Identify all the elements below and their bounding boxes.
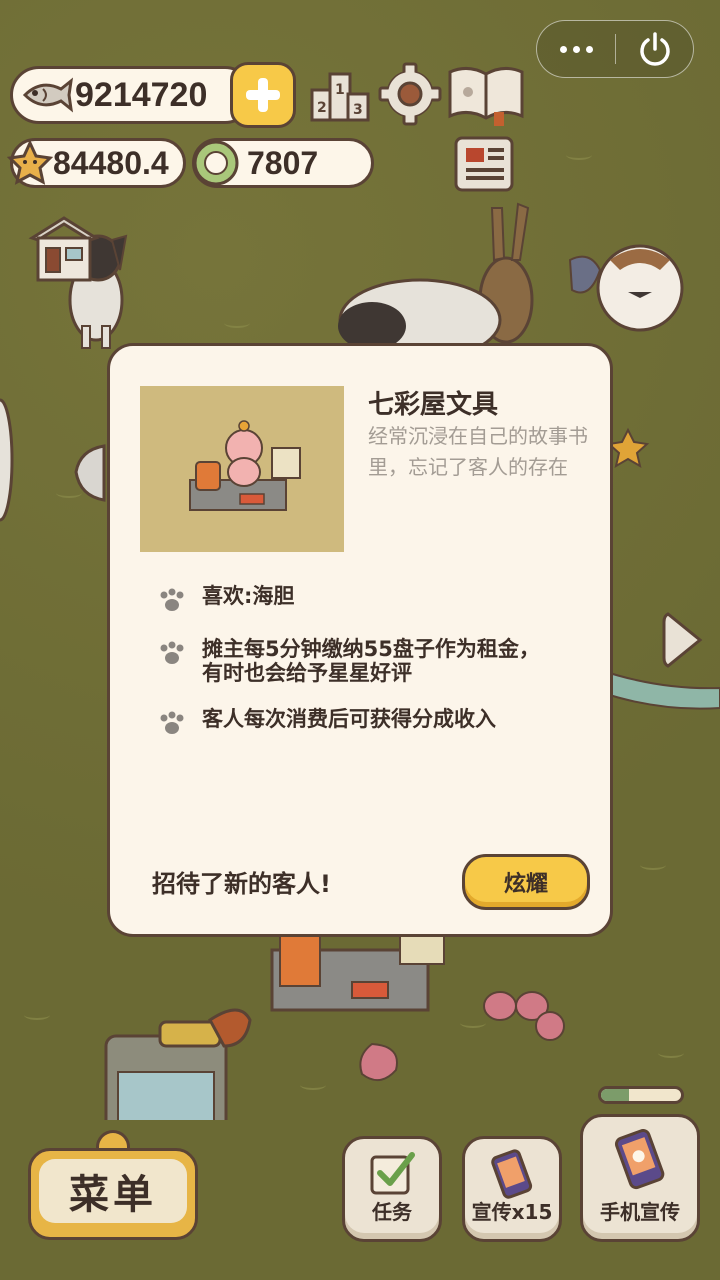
- task-label: 任务: [372, 1200, 412, 1224]
- show-off-button[interactable]: 炫耀: [462, 854, 590, 910]
- trait-text: 客人每次消费后可获得分成收入: [202, 707, 496, 731]
- chevron-right-icon[interactable]: [660, 608, 708, 676]
- trait-text: 摊主每5分钟缴纳55盘子作为租金， 有时也会给予星星好评: [202, 637, 540, 685]
- vendor-name: 七彩屋文具: [368, 390, 499, 420]
- mini-program-capsule: [536, 20, 694, 78]
- grass-decoration: [566, 150, 592, 160]
- star-currency: 84480.4: [7, 138, 186, 188]
- coin-icon: [191, 138, 241, 188]
- fish-count: 9214720: [75, 75, 208, 114]
- trait-item: 摊主每5分钟缴纳55盘子作为租金， 有时也会给予星星好评: [158, 637, 598, 685]
- paw-icon: [158, 640, 188, 670]
- star-count: 84480.4: [53, 144, 169, 181]
- coin-currency: 7807: [192, 138, 374, 188]
- task-button[interactable]: 任务: [342, 1136, 442, 1242]
- paw-icon: [158, 710, 188, 740]
- phone-icon: [486, 1149, 538, 1203]
- more-icon[interactable]: [537, 21, 615, 77]
- promote-button[interactable]: 宣传x15: [462, 1136, 562, 1242]
- power-icon[interactable]: [616, 21, 693, 77]
- podium-icon[interactable]: 2 1 3: [308, 64, 372, 128]
- trait-item: 客人每次消费后可获得分成收入: [158, 707, 598, 740]
- phone-promote-label: 手机宣传: [600, 1200, 680, 1224]
- newspaper-icon[interactable]: [452, 134, 518, 200]
- menu-button[interactable]: 菜单: [28, 1148, 198, 1240]
- vendor-illustration: [140, 386, 344, 552]
- book-icon[interactable]: [446, 62, 526, 130]
- svg-text:3: 3: [353, 102, 363, 118]
- vendor-traits-list: 喜欢:海胆 摊主每5分钟缴纳55盘子作为租金， 有时也会给予星星好评 客人每次消…: [158, 584, 598, 762]
- phone-icon: [607, 1129, 673, 1195]
- svg-text:2: 2: [317, 100, 327, 116]
- phone-promo-progress-bar: [598, 1086, 684, 1104]
- gear-icon[interactable]: [378, 62, 442, 130]
- paw-icon: [158, 587, 188, 617]
- checklist-icon: [366, 1149, 418, 1203]
- vendor-description: 经常沉浸在自己的故事书里，忘记了客人的存在: [368, 424, 588, 479]
- add-fish-button[interactable]: [230, 62, 296, 128]
- plus-icon: [246, 78, 280, 112]
- trait-text: 喜欢:海胆: [202, 584, 295, 608]
- stall-left: [0, 398, 106, 522]
- coin-count: 7807: [247, 144, 319, 181]
- squid-decoration: [483, 991, 565, 1041]
- cat-character: [568, 244, 684, 332]
- stall-bottom: [270, 935, 445, 1012]
- fish-icon: [19, 75, 75, 115]
- shell-decoration: [359, 1042, 398, 1081]
- shop-icon[interactable]: [26, 214, 102, 288]
- trait-item: 喜欢:海胆: [158, 584, 598, 617]
- phone-promote-button[interactable]: 手机宣传: [580, 1114, 700, 1242]
- promote-label: 宣传x15: [471, 1200, 553, 1224]
- svg-text:1: 1: [335, 82, 345, 98]
- fountain: [104, 1008, 252, 1120]
- new-guest-message: 招待了新的客人!: [152, 870, 331, 898]
- vendor-info-dialog: 七彩屋文具 经常沉浸在自己的故事书里，忘记了客人的存在 喜欢:海胆 摊主每5分钟…: [107, 343, 613, 937]
- menu-button-label: 菜单: [39, 1159, 187, 1223]
- fish-currency: 9214720: [10, 66, 254, 124]
- star-decoration: [606, 427, 650, 469]
- star-icon: [7, 140, 53, 186]
- phone-promo-progress-fill: [601, 1089, 629, 1101]
